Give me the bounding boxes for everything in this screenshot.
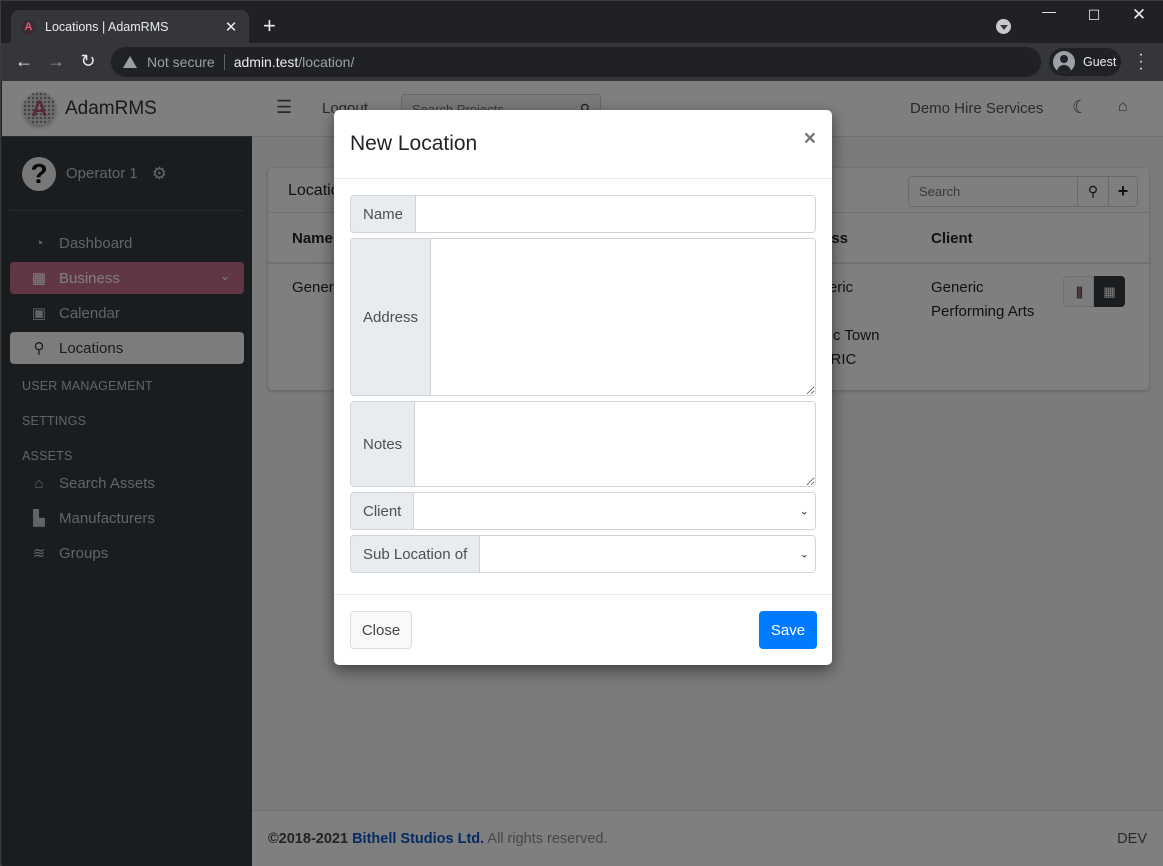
client-label: Client [351, 493, 415, 529]
favicon-icon: A [21, 19, 36, 35]
name-field-group: Name [350, 195, 816, 233]
page: A AdamRMS ? Operator 1 ⚙ ◔ Dashboard ▦ B… [2, 81, 1163, 866]
notes-label: Notes [351, 402, 416, 486]
modal-header: New Location × [334, 110, 832, 179]
maximize-button[interactable]: ☐ [1084, 7, 1104, 24]
notes-field-group: Notes [350, 401, 816, 487]
guest-avatar-icon [1053, 51, 1075, 73]
close-icon[interactable]: × [804, 127, 816, 151]
sub-location-field-group: Sub Location of ⌄ [350, 535, 816, 573]
new-location-modal: New Location × Name Address Notes Client [334, 110, 832, 665]
reload-button[interactable]: ↻ [77, 51, 99, 72]
back-button[interactable]: ← [13, 51, 35, 72]
name-input[interactable] [416, 196, 815, 232]
address-field-group: Address [350, 238, 816, 396]
client-select-wrap: ⌄ [414, 493, 815, 529]
name-label: Name [351, 196, 417, 232]
close-button[interactable]: Close [350, 611, 412, 649]
browser-window: A Locations | AdamRMS ✕ + — ☐ ✕ ← → ↻ No… [0, 0, 1163, 866]
tab-search-icon[interactable] [996, 19, 1011, 34]
modal-title: New Location [350, 132, 478, 155]
address-label: Address [351, 239, 432, 395]
new-tab-button[interactable]: + [263, 15, 276, 37]
minimize-button[interactable]: — [1039, 3, 1059, 19]
sub-location-select-wrap: ⌄ [480, 536, 815, 572]
warning-icon [123, 56, 137, 68]
save-button[interactable]: Save [759, 611, 817, 649]
client-select[interactable] [414, 493, 815, 529]
notes-textarea[interactable] [415, 402, 815, 486]
profile-label: Guest [1083, 55, 1117, 69]
sub-location-label: Sub Location of [351, 536, 481, 572]
profile-button[interactable]: Guest [1049, 48, 1121, 76]
client-field-group: Client ⌄ [350, 492, 816, 530]
sub-location-select[interactable] [480, 536, 815, 572]
omnibox-divider [223, 54, 225, 70]
tab-title: Locations | AdamRMS [45, 20, 169, 34]
url-host: admin.test [233, 54, 299, 70]
modal-footer: Close Save [334, 594, 832, 665]
security-status[interactable]: Not secure [147, 54, 215, 70]
url-path: /location/ [298, 54, 355, 70]
browser-tab[interactable]: A Locations | AdamRMS ✕ [11, 10, 249, 44]
browser-toolbar: ← → ↻ Not secure admin.test/location/ Gu… [1, 43, 1163, 81]
forward-button[interactable]: → [45, 51, 67, 72]
address-textarea[interactable] [431, 239, 815, 395]
tab-strip: A Locations | AdamRMS ✕ + — ☐ ✕ [1, 1, 1163, 44]
modal-body: Name Address Notes Client ⌄ Sub Location… [334, 179, 832, 594]
tab-close-icon[interactable]: ✕ [223, 18, 239, 36]
browser-menu-icon[interactable]: · · · [1135, 47, 1147, 77]
window-close-button[interactable]: ✕ [1129, 5, 1149, 25]
address-bar[interactable]: Not secure admin.test/location/ [111, 47, 1041, 77]
